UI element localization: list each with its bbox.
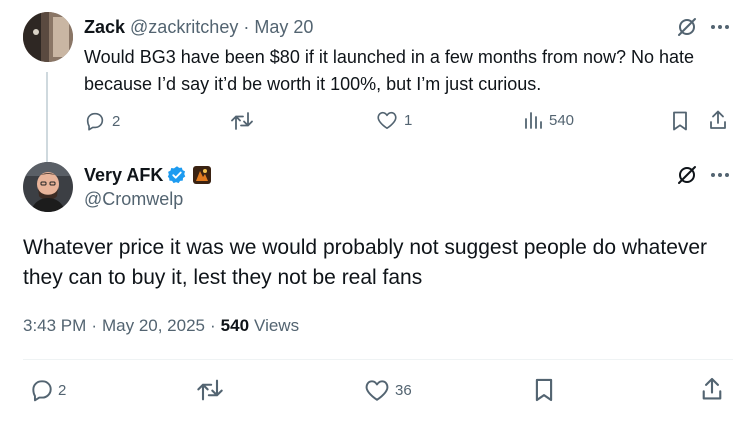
grok-icon xyxy=(678,18,696,36)
main-tweet-text: Whatever price it was we would probably … xyxy=(23,236,708,289)
main-share-button[interactable] xyxy=(700,376,724,402)
more-icon xyxy=(711,173,729,177)
affiliate-badge[interactable] xyxy=(193,166,212,184)
reply-icon xyxy=(32,380,52,402)
author-handle[interactable]: @zackritchey xyxy=(130,17,238,38)
views-icon xyxy=(525,112,542,129)
bookmark-icon xyxy=(673,111,687,131)
grok-button[interactable] xyxy=(676,164,698,186)
bookmark-icon xyxy=(535,378,553,402)
share-icon xyxy=(702,377,722,400)
main-reply-button[interactable]: 2 xyxy=(29,377,66,403)
tweet-meta: 3:43 PM · May 20, 2025 · 540 Views xyxy=(23,316,299,336)
reply-icon xyxy=(86,112,104,131)
divider xyxy=(23,359,733,360)
parent-retweet-button[interactable] xyxy=(230,110,260,132)
separator-dot: · xyxy=(243,16,250,37)
parent-like-count: 1 xyxy=(404,111,413,129)
more-button[interactable] xyxy=(708,16,732,38)
author-name[interactable]: Very AFK xyxy=(84,165,163,186)
affiliate-badge-icon xyxy=(193,166,212,184)
grok-button[interactable] xyxy=(676,16,698,38)
parent-tweet-top-actions xyxy=(676,16,732,38)
like-icon xyxy=(365,380,389,401)
retweet-icon xyxy=(197,379,223,401)
more-icon xyxy=(711,25,729,29)
author-name[interactable]: Zack xyxy=(84,17,125,38)
thread-connector-line xyxy=(46,72,48,164)
views-label[interactable]: Views xyxy=(254,316,299,336)
main-like-button[interactable]: 36 xyxy=(364,378,412,402)
verified-icon[interactable] xyxy=(167,165,187,185)
share-icon xyxy=(710,110,726,129)
tweet-time[interactable]: 3:43 PM xyxy=(23,316,86,336)
avatar-image xyxy=(23,162,73,212)
separator-dot: · xyxy=(91,316,97,335)
parent-share-button[interactable] xyxy=(708,109,728,131)
main-tweet-top-actions xyxy=(676,164,732,186)
more-button[interactable] xyxy=(708,164,732,186)
retweet-icon xyxy=(231,112,253,130)
tweet-date[interactable]: May 20, 2025 xyxy=(102,316,205,336)
main-like-count: 36 xyxy=(395,381,412,399)
parent-reply-count: 2 xyxy=(112,112,121,130)
main-tweet-name-row: Very AFK xyxy=(84,164,212,186)
parent-tweet-header: Zack @zackritchey · May 20 xyxy=(84,16,313,38)
parent-views-count: 540 xyxy=(549,111,575,129)
parent-reply-button[interactable]: 2 xyxy=(84,110,120,132)
like-icon xyxy=(377,111,397,129)
main-reply-count: 2 xyxy=(58,381,67,399)
grok-icon xyxy=(678,166,696,184)
main-bookmark-button[interactable] xyxy=(533,377,555,403)
author-handle[interactable]: @Cromwelp xyxy=(84,189,183,210)
parent-views-button[interactable]: 540 xyxy=(523,110,574,130)
views-count[interactable]: 540 xyxy=(221,316,249,336)
main-retweet-button[interactable] xyxy=(196,377,230,403)
avatar-image xyxy=(23,12,73,62)
tweet-date[interactable]: May 20 xyxy=(254,17,313,38)
parent-bookmark-button[interactable] xyxy=(671,110,689,132)
parent-like-button[interactable]: 1 xyxy=(376,110,412,130)
avatar-very-afk[interactable] xyxy=(23,162,73,212)
parent-tweet-text: Would BG3 have been $80 if it launched i… xyxy=(84,47,695,94)
avatar-zack[interactable] xyxy=(23,12,73,62)
separator-dot: · xyxy=(210,316,216,335)
